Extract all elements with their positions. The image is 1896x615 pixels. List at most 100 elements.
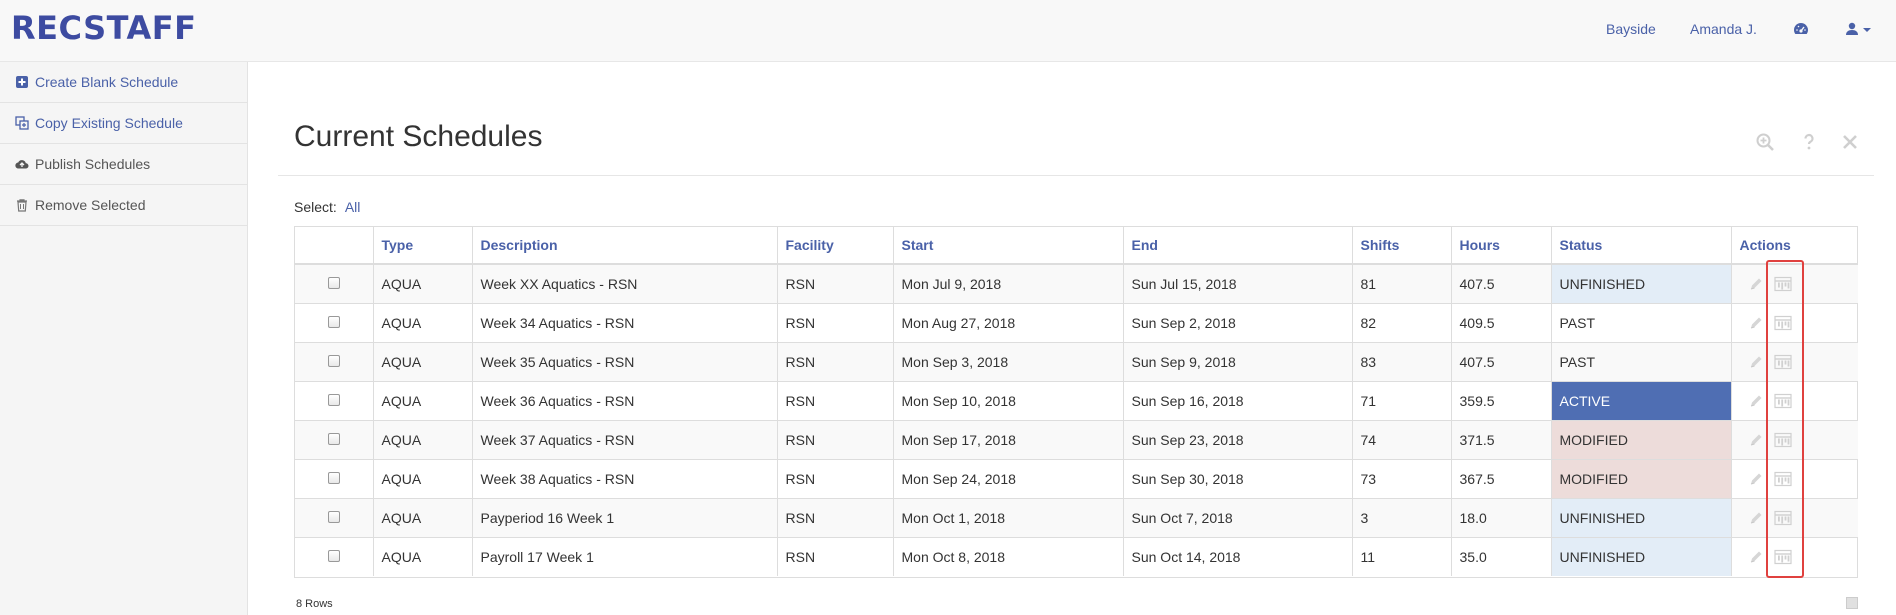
brand-logo[interactable]: RECSTAFF bbox=[11, 9, 196, 47]
row-checkbox[interactable] bbox=[327, 471, 340, 484]
pencil-icon[interactable] bbox=[1748, 276, 1764, 292]
cell-description: Week 37 Aquatics - RSN bbox=[472, 419, 778, 459]
cell-end: Sun Jul 15, 2018 bbox=[1123, 263, 1353, 303]
row-checkbox[interactable] bbox=[327, 393, 340, 406]
cell-shifts: 3 bbox=[1352, 497, 1452, 537]
table-options-button[interactable] bbox=[1846, 597, 1858, 609]
table-row[interactable]: AQUA Week 37 Aquatics - RSN RSN Mon Sep 17,… bbox=[295, 419, 1858, 459]
row-count: 8 Rows bbox=[296, 598, 333, 610]
cell-facility: RSN bbox=[777, 536, 894, 576]
schedule-grid-icon[interactable] bbox=[1773, 315, 1792, 331]
pencil-icon[interactable] bbox=[1748, 393, 1764, 409]
pencil-icon[interactable] bbox=[1748, 354, 1764, 370]
cell-hours: 407.5 bbox=[1451, 341, 1552, 381]
row-select-cell bbox=[295, 536, 374, 576]
cell-actions bbox=[1731, 263, 1858, 303]
column-header-description[interactable]: Description bbox=[472, 227, 778, 265]
schedule-grid-icon[interactable] bbox=[1773, 510, 1792, 526]
row-select-cell bbox=[295, 380, 374, 420]
cell-description: Week 38 Aquatics - RSN bbox=[472, 458, 778, 498]
sidebar-item-label: Copy Existing Schedule bbox=[35, 115, 183, 131]
schedules-table: Type Description Facility Start End Shif… bbox=[294, 226, 1858, 578]
cell-end: Sun Oct 14, 2018 bbox=[1123, 536, 1353, 576]
cell-start: Mon Oct 1, 2018 bbox=[893, 497, 1124, 537]
pencil-icon[interactable] bbox=[1748, 549, 1764, 565]
table-row[interactable]: AQUA Week 36 Aquatics - RSN RSN Mon Sep 10,… bbox=[295, 380, 1858, 420]
help-icon[interactable] bbox=[1799, 132, 1819, 152]
pencil-icon[interactable] bbox=[1748, 510, 1764, 526]
remove-selected-button[interactable]: Remove Selected bbox=[0, 185, 248, 226]
user-name-link[interactable]: Amanda J. bbox=[1690, 21, 1757, 37]
cell-shifts: 11 bbox=[1352, 536, 1452, 576]
publish-schedules-button[interactable]: Publish Schedules bbox=[0, 144, 248, 185]
column-header-shifts[interactable]: Shifts bbox=[1352, 227, 1452, 265]
row-select-cell bbox=[295, 458, 374, 498]
cell-type: AQUA bbox=[373, 380, 473, 420]
cell-shifts: 73 bbox=[1352, 458, 1452, 498]
dashboard-icon[interactable] bbox=[1793, 21, 1809, 37]
cell-shifts: 81 bbox=[1352, 263, 1452, 303]
cell-actions bbox=[1731, 341, 1858, 381]
table-row[interactable]: AQUA Week 35 Aquatics - RSN RSN Mon Sep 3, … bbox=[295, 341, 1858, 381]
sidebar-item-label: Create Blank Schedule bbox=[35, 74, 179, 90]
cell-status: PAST bbox=[1551, 341, 1732, 381]
schedule-grid-icon[interactable] bbox=[1773, 354, 1792, 370]
row-checkbox[interactable] bbox=[327, 315, 340, 328]
schedule-grid-icon[interactable] bbox=[1773, 549, 1792, 565]
cell-shifts: 74 bbox=[1352, 419, 1452, 459]
schedule-grid-icon[interactable] bbox=[1773, 432, 1792, 448]
cell-description: Week 34 Aquatics - RSN bbox=[472, 302, 778, 342]
plus-square-icon bbox=[15, 75, 29, 89]
schedule-grid-icon[interactable] bbox=[1773, 471, 1792, 487]
row-checkbox[interactable] bbox=[327, 549, 340, 562]
org-link[interactable]: Bayside bbox=[1606, 21, 1656, 37]
cell-start: Mon Aug 27, 2018 bbox=[893, 302, 1124, 342]
cell-hours: 18.0 bbox=[1451, 497, 1552, 537]
copy-existing-schedule-button[interactable]: Copy Existing Schedule bbox=[0, 103, 248, 144]
row-select-cell bbox=[295, 419, 374, 459]
row-checkbox[interactable] bbox=[327, 354, 340, 367]
user-menu-dropdown[interactable] bbox=[1845, 21, 1875, 37]
cell-type: AQUA bbox=[373, 536, 473, 576]
cell-type: AQUA bbox=[373, 458, 473, 498]
cell-status: UNFINISHED bbox=[1551, 263, 1732, 303]
cell-description: Week XX Aquatics - RSN bbox=[472, 263, 778, 303]
cell-shifts: 71 bbox=[1352, 380, 1452, 420]
table-row[interactable]: AQUA Week 34 Aquatics - RSN RSN Mon Aug 27,… bbox=[295, 302, 1858, 342]
cell-type: AQUA bbox=[373, 263, 473, 303]
cell-status: UNFINISHED bbox=[1551, 497, 1732, 537]
pencil-icon[interactable] bbox=[1748, 471, 1764, 487]
copy-icon bbox=[15, 116, 29, 130]
create-blank-schedule-button[interactable]: Create Blank Schedule bbox=[0, 62, 248, 103]
pencil-icon[interactable] bbox=[1748, 315, 1764, 331]
row-checkbox[interactable] bbox=[327, 276, 340, 289]
table-header-row: Type Description Facility Start End Shif… bbox=[295, 227, 1858, 265]
table-row[interactable]: AQUA Week 38 Aquatics - RSN RSN Mon Sep 24,… bbox=[295, 458, 1858, 498]
table-row[interactable]: AQUA Payperiod 16 Week 1 RSN Mon Oct 1, 201… bbox=[295, 497, 1858, 537]
cell-status: UNFINISHED bbox=[1551, 536, 1732, 576]
pencil-icon[interactable] bbox=[1748, 432, 1764, 448]
cell-facility: RSN bbox=[777, 302, 894, 342]
cell-status: MODIFIED bbox=[1551, 419, 1732, 459]
column-header-end[interactable]: End bbox=[1123, 227, 1353, 265]
schedule-grid-icon[interactable] bbox=[1773, 276, 1792, 292]
cell-facility: RSN bbox=[777, 263, 894, 303]
row-checkbox[interactable] bbox=[327, 432, 340, 445]
column-header-facility[interactable]: Facility bbox=[777, 227, 894, 265]
select-all-link[interactable]: All bbox=[345, 199, 361, 215]
zoom-in-icon[interactable] bbox=[1755, 132, 1775, 152]
row-checkbox[interactable] bbox=[327, 510, 340, 523]
schedule-grid-icon[interactable] bbox=[1773, 393, 1792, 409]
cloud-upload-icon bbox=[15, 157, 29, 171]
table-row[interactable]: AQUA Week XX Aquatics - RSN RSN Mon Jul 9, … bbox=[295, 263, 1858, 303]
close-icon[interactable] bbox=[1840, 132, 1860, 152]
cell-hours: 359.5 bbox=[1451, 380, 1552, 420]
column-header-hours[interactable]: Hours bbox=[1451, 227, 1552, 265]
trash-icon bbox=[15, 198, 29, 212]
cell-end: Sun Oct 7, 2018 bbox=[1123, 497, 1353, 537]
column-header-start[interactable]: Start bbox=[893, 227, 1124, 265]
row-select-cell bbox=[295, 341, 374, 381]
column-header-type[interactable]: Type bbox=[373, 227, 473, 265]
table-row[interactable]: AQUA Payroll 17 Week 1 RSN Mon Oct 8, 2018 S… bbox=[295, 536, 1858, 576]
column-header-status[interactable]: Status bbox=[1551, 227, 1732, 265]
